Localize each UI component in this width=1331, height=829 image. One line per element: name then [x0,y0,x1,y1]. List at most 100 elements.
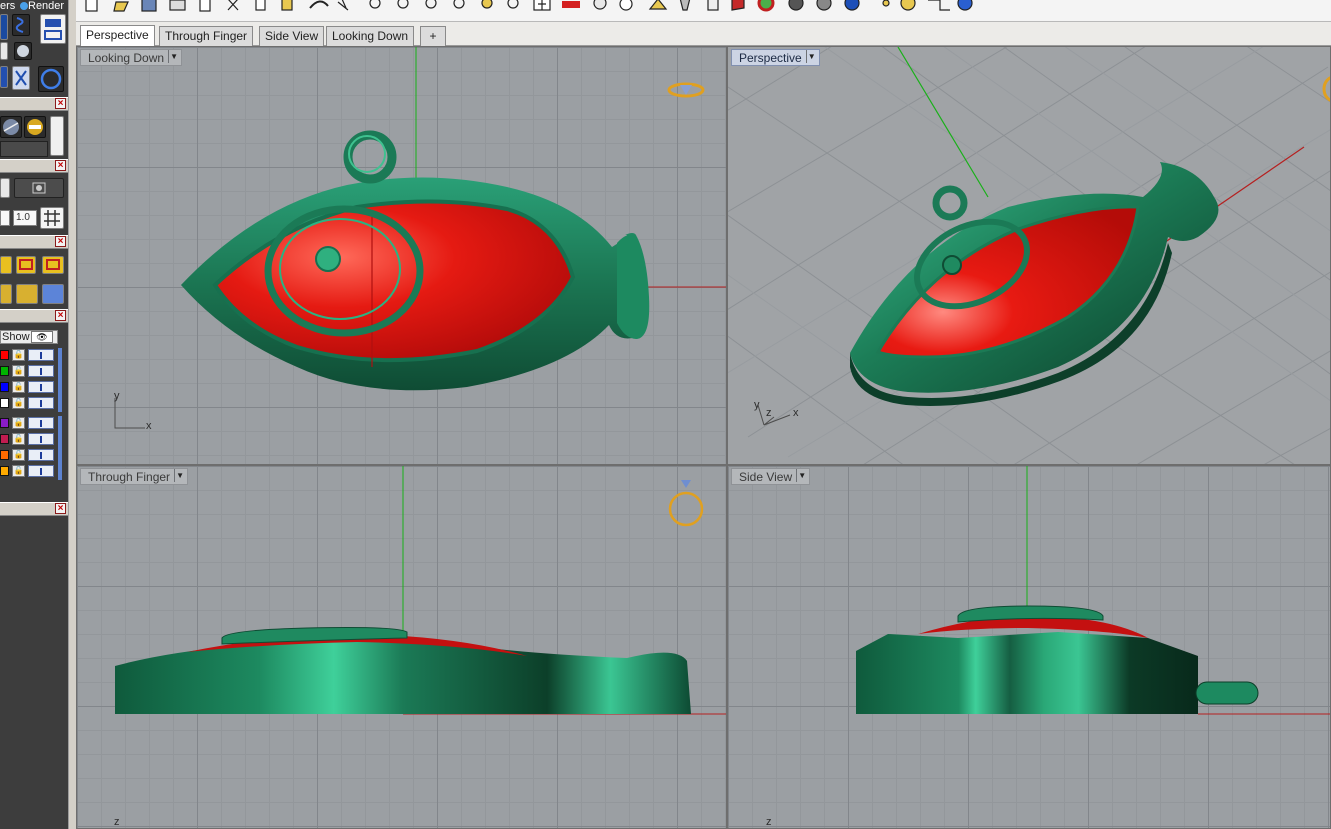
layer-visibility-bulb-icon[interactable] [28,433,54,445]
looking-down-model [181,47,726,391]
panel-splitter[interactable] [68,0,76,829]
y-axis-line [897,47,989,198]
trim-icon[interactable] [12,66,30,90]
viewport-tab-strip: Perspective Through Finger Side View Loo… [76,22,1331,47]
layer-row[interactable]: 🔓 [0,416,60,430]
lock-icon[interactable]: 🔓 [12,433,25,445]
gem-orientation-icon [1322,76,1330,102]
close-icon[interactable]: × [55,160,66,171]
layer-color-swatch[interactable] [0,366,9,376]
viewport-title-side-view[interactable]: Side View ▼ [731,468,811,485]
align-icon[interactable] [0,256,12,274]
lock-icon[interactable]: 🔓 [12,417,25,429]
viewport-menu-dropdown-icon[interactable]: ▼ [805,50,817,63]
viewport-looking-down[interactable]: Looking Down ▼ y x [76,46,727,465]
ring-orientation-icon [668,480,704,527]
layer-row[interactable]: 🔓 [0,448,60,462]
axis-label-z: z [766,816,772,828]
gold-sphere-icon[interactable] [24,116,46,138]
layer-row[interactable]: 🔓 [0,380,60,394]
layer-visibility-bulb-icon[interactable] [28,417,54,429]
tab-side-view[interactable]: Side View [259,26,325,46]
lock-icon[interactable]: 🔓 [12,449,25,461]
view-tool-button[interactable] [40,14,66,44]
lock-icon[interactable]: 🔓 [12,381,25,393]
viewport-menu-dropdown-icon[interactable]: ▼ [168,50,179,63]
layer-color-swatch[interactable] [0,466,9,476]
material-dropdown[interactable] [0,141,48,157]
layer-visibility-bulb-icon[interactable] [28,381,54,393]
eye-icon[interactable]: 👁 [31,331,53,343]
layer-visibility-bulb-icon[interactable] [28,349,54,361]
layer-row[interactable]: 🔓 [0,348,60,362]
fish-body-side [115,641,691,714]
fish-body-front [856,632,1198,714]
left-side-panel: ers Render × × 1.0 × × Show 👁 🔓 🔓 🔓 🔓 🔓 … [0,0,68,829]
viewport-through-finger[interactable]: Through Finger ▼ z [76,465,727,829]
viewport-menu-dropdown-icon[interactable]: ▼ [174,469,185,482]
align-center-icon[interactable] [16,256,36,274]
lock-icon[interactable]: 🔓 [12,465,25,477]
render-tab[interactable]: Render [28,0,64,12]
viewport-title-through-finger[interactable]: Through Finger ▼ [80,468,189,485]
align-right-icon[interactable] [42,256,64,274]
gumball-icon[interactable] [16,284,38,304]
camera-button[interactable] [14,178,64,198]
lock-icon[interactable]: 🔓 [12,349,25,361]
main-toolbar [76,0,1331,22]
grid-snap-button[interactable] [40,207,64,229]
sphere-icon[interactable] [14,42,32,60]
viewport-perspective[interactable]: Perspective ▼ y z x [727,46,1331,465]
close-icon[interactable]: × [55,236,66,247]
layer-color-swatch[interactable] [0,418,9,428]
transform-icon[interactable] [0,284,12,304]
through-finger-model [115,466,726,715]
viewport-title-looking-down[interactable]: Looking Down ▼ [80,49,183,66]
mirror-icon[interactable] [0,66,8,88]
tab-looking-down[interactable]: Looking Down [326,26,415,46]
layer-color-swatch[interactable] [0,350,9,360]
layer-color-swatch[interactable] [0,398,9,408]
layer-row[interactable]: 🔓 [0,364,60,378]
layer-visibility-bulb-icon[interactable] [28,365,54,377]
layer-row[interactable]: 🔓 [0,396,60,410]
tab-through-finger[interactable]: Through Finger [159,26,254,46]
layer-color-swatch[interactable] [0,450,9,460]
layer-color-swatch[interactable] [0,382,9,392]
circle-icon[interactable] [38,66,64,92]
panel-header-1: × [0,97,68,111]
layer-visibility-bulb-icon[interactable] [28,465,54,477]
panel-header-5: × [0,502,68,516]
axis-label-y: y [114,390,120,402]
layer-color-swatch[interactable] [0,434,9,444]
layer-visibility-bulb-icon[interactable] [28,449,54,461]
layers-tab[interactable]: ers [0,0,15,12]
layer-scrollbar-upper[interactable] [58,348,62,412]
viewport-side-view[interactable]: Side View ▼ z [727,465,1331,829]
layer-scrollbar-lower[interactable] [58,416,62,480]
scale-icon[interactable] [42,284,64,304]
viewport-menu-dropdown-icon[interactable]: ▼ [796,469,807,482]
grid-snap-icon[interactable] [0,42,8,60]
lock-icon[interactable]: 🔓 [12,365,25,377]
layer-visibility-bulb-icon[interactable] [28,397,54,409]
layer-row[interactable]: 🔓 [0,432,60,446]
layers-header: Show 👁 [0,330,58,344]
grid-size-field[interactable]: 1.0 [13,210,37,226]
viewport-title-perspective[interactable]: Perspective ▼ [731,49,820,66]
grid-field-prefix[interactable] [0,210,10,226]
snap-toggle[interactable] [0,178,10,198]
add-tab-button[interactable]: + [420,26,446,46]
rhino-application-window: ers Render × × 1.0 × × Show 👁 🔓 🔓 🔓 🔓 🔓 … [0,0,1331,829]
fish-eye-pupil [315,246,341,272]
curve-tool-icon[interactable] [12,14,30,36]
layer-row[interactable]: 🔓 [0,464,60,478]
close-icon[interactable]: × [55,98,66,109]
tab-perspective[interactable]: Perspective [80,25,155,47]
close-icon[interactable]: × [55,310,66,321]
close-icon[interactable]: × [55,503,66,514]
panel-tool-button[interactable] [0,14,8,40]
lock-icon[interactable]: 🔓 [12,397,25,409]
sphere-render-icon[interactable] [0,116,22,138]
panel-slider[interactable] [50,116,64,156]
